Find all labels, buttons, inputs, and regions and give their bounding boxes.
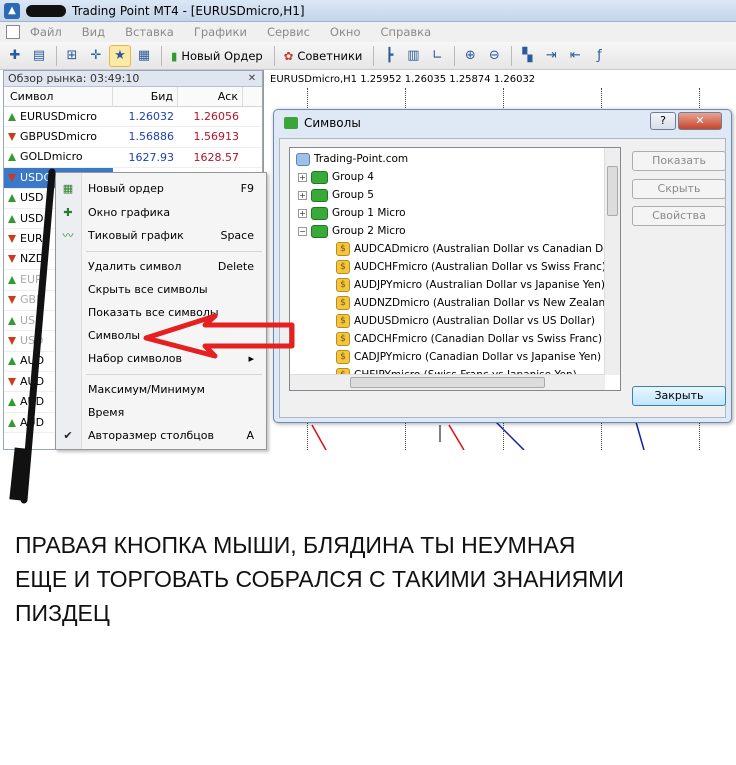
caption-line: ПИЗДЕЦ xyxy=(15,600,110,626)
marker-line xyxy=(20,168,56,504)
caption-line: ЕЩЕ И ТОРГОВАТЬ СОБРАЛСЯ С ТАКИМИ ЗНАНИЯ… xyxy=(15,566,624,592)
caption: ПРАВАЯ КНОПКА МЫШИ, БЛЯДИНА ТЫ НЕУМНАЯ Е… xyxy=(15,528,735,630)
caption-line: ПРАВАЯ КНОПКА МЫШИ, БЛЯДИНА ТЫ НЕУМНАЯ xyxy=(15,532,576,558)
black-marker-line xyxy=(20,168,56,504)
